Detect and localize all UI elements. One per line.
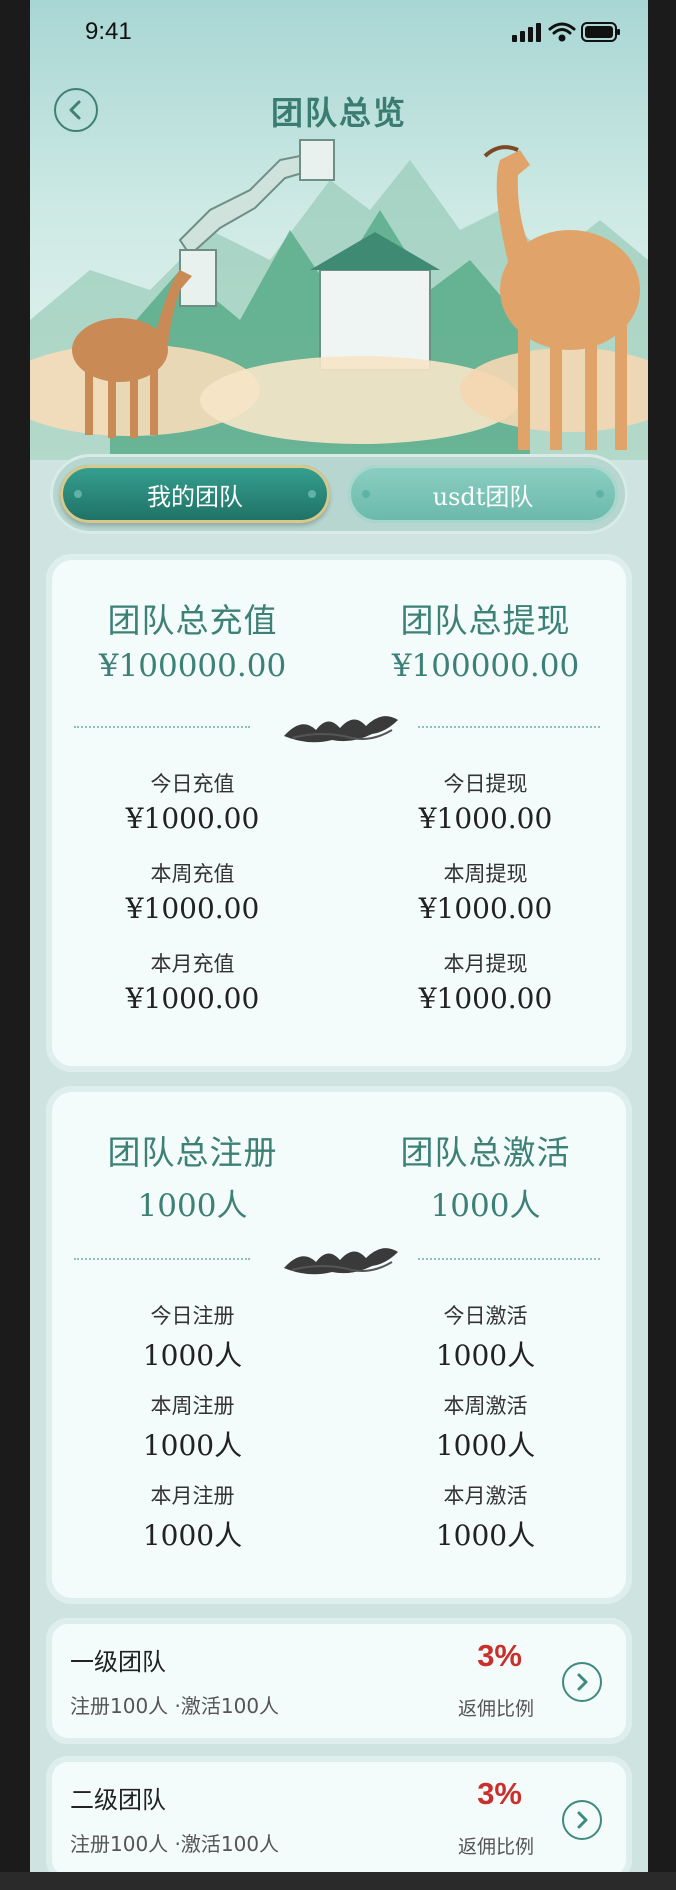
withdraw-month-label: 本月提现 xyxy=(443,952,528,976)
total-register-label: 团队总注册 xyxy=(107,1133,278,1172)
team-detail-button[interactable] xyxy=(562,1662,602,1702)
register-month: 本月注册 1000人 xyxy=(46,1480,339,1554)
divider-right xyxy=(418,726,600,728)
status-time: 9:41 xyxy=(85,18,132,45)
total-withdraw: 团队总提现 ¥100000.00 xyxy=(339,594,632,684)
tab-dot-left xyxy=(362,490,370,498)
team-name: 一级团队 xyxy=(70,1648,166,1676)
tab-dot-right xyxy=(596,490,604,498)
total-recharge-label: 团队总充值 xyxy=(107,601,278,640)
total-withdraw-label: 团队总提现 xyxy=(400,601,571,640)
withdraw-today-label: 今日提现 xyxy=(443,772,528,796)
withdraw-today: 今日提现 ¥1000.00 xyxy=(339,768,632,835)
tab-dot-left xyxy=(74,490,82,498)
team-level-1-row[interactable]: 一级团队 注册100人 ·激活100人 3% 返佣比例 xyxy=(46,1618,632,1744)
tab-dot-right xyxy=(308,490,316,498)
member-summary-card: 团队总注册 1000人 团队总激活 1000人 今日注册 1000人 今日激活 … xyxy=(46,1086,632,1604)
register-week-label: 本周注册 xyxy=(150,1394,235,1418)
active-week: 本周激活 1000人 xyxy=(339,1390,632,1464)
team-tab-bar: 我的团队 usdt团队 xyxy=(50,454,628,534)
active-today: 今日激活 1000人 xyxy=(339,1300,632,1374)
status-bar: 9:41 xyxy=(30,0,648,64)
total-active-label: 团队总激活 xyxy=(400,1133,571,1172)
tab-usdt-team[interactable]: usdt团队 xyxy=(348,465,618,523)
active-month-label: 本月激活 xyxy=(443,1484,528,1508)
commission-label: 返佣比例 xyxy=(457,1836,534,1858)
status-icons xyxy=(512,20,622,48)
divider-left xyxy=(74,1258,250,1260)
recharge-month: 本月充值 ¥1000.00 xyxy=(46,948,339,1015)
total-recharge-value: ¥100000.00 xyxy=(98,648,287,684)
recharge-week: 本周充值 ¥1000.00 xyxy=(46,858,339,925)
signal-icon xyxy=(512,23,541,42)
team-detail-button[interactable] xyxy=(562,1800,602,1840)
total-register-value: 1000人 xyxy=(137,1188,248,1224)
withdraw-month-value: ¥1000.00 xyxy=(418,982,553,1015)
register-today: 今日注册 1000人 xyxy=(46,1300,339,1374)
active-week-label: 本周激活 xyxy=(443,1394,528,1418)
chevron-right-icon xyxy=(577,1811,588,1829)
register-month-label: 本月注册 xyxy=(150,1484,235,1508)
ink-brush-ornament xyxy=(284,716,398,743)
battery-icon xyxy=(581,22,620,42)
register-today-value: 1000人 xyxy=(142,1339,243,1372)
team-level-2-row[interactable]: 二级团队 注册100人 ·激活100人 3% 返佣比例 xyxy=(46,1756,632,1882)
wifi-icon xyxy=(548,22,576,42)
withdraw-week: 本周提现 ¥1000.00 xyxy=(339,858,632,925)
tab-label: 我的团队 xyxy=(147,482,243,511)
commission-percent: 3% xyxy=(477,1638,522,1673)
total-active-value: 1000人 xyxy=(430,1188,541,1224)
finance-summary-card: 团队总充值 ¥100000.00 团队总提现 ¥100000.00 今日充值 ¥… xyxy=(46,554,632,1072)
active-week-value: 1000人 xyxy=(435,1429,536,1462)
recharge-month-value: ¥1000.00 xyxy=(125,982,260,1015)
total-register: 团队总注册 1000人 xyxy=(46,1126,339,1225)
withdraw-today-value: ¥1000.00 xyxy=(418,802,553,835)
divider-left xyxy=(74,726,250,728)
register-week-value: 1000人 xyxy=(142,1429,243,1462)
active-month-value: 1000人 xyxy=(435,1519,536,1552)
register-month-value: 1000人 xyxy=(142,1519,243,1552)
app-screen: 9:41 团队总览 我的团队 usdt团队 团队总充值 ¥100000.00 团… xyxy=(30,0,648,1890)
recharge-today: 今日充值 ¥1000.00 xyxy=(46,768,339,835)
active-today-value: 1000人 xyxy=(435,1339,536,1372)
commission-label: 返佣比例 xyxy=(457,1698,534,1720)
commission-percent: 3% xyxy=(477,1776,522,1811)
chevron-right-icon xyxy=(577,1673,588,1691)
register-today-label: 今日注册 xyxy=(150,1304,235,1328)
landscape-illustration xyxy=(30,139,648,460)
team-name: 二级团队 xyxy=(70,1786,166,1814)
hero-banner: 9:41 团队总览 xyxy=(30,0,648,460)
recharge-today-label: 今日充值 xyxy=(150,772,235,796)
total-recharge: 团队总充值 ¥100000.00 xyxy=(46,594,339,684)
withdraw-week-label: 本周提现 xyxy=(443,862,528,886)
recharge-month-label: 本月充值 xyxy=(150,952,235,976)
recharge-today-value: ¥1000.00 xyxy=(125,802,260,835)
team-stats: 注册100人 ·激活100人 xyxy=(70,1832,280,1856)
ink-brush-ornament xyxy=(284,1248,398,1275)
active-month: 本月激活 1000人 xyxy=(339,1480,632,1554)
home-indicator-bar xyxy=(0,1872,676,1890)
withdraw-month: 本月提现 ¥1000.00 xyxy=(339,948,632,1015)
active-today-label: 今日激活 xyxy=(443,1304,528,1328)
divider-right xyxy=(418,1258,600,1260)
recharge-week-value: ¥1000.00 xyxy=(125,892,260,925)
register-week: 本周注册 1000人 xyxy=(46,1390,339,1464)
total-withdraw-value: ¥100000.00 xyxy=(391,648,580,684)
recharge-week-label: 本周充值 xyxy=(150,862,235,886)
withdraw-week-value: ¥1000.00 xyxy=(418,892,553,925)
tab-label: usdt团队 xyxy=(432,482,534,511)
tab-my-team[interactable]: 我的团队 xyxy=(60,465,330,523)
team-stats: 注册100人 ·激活100人 xyxy=(70,1694,280,1718)
total-active: 团队总激活 1000人 xyxy=(339,1126,632,1225)
